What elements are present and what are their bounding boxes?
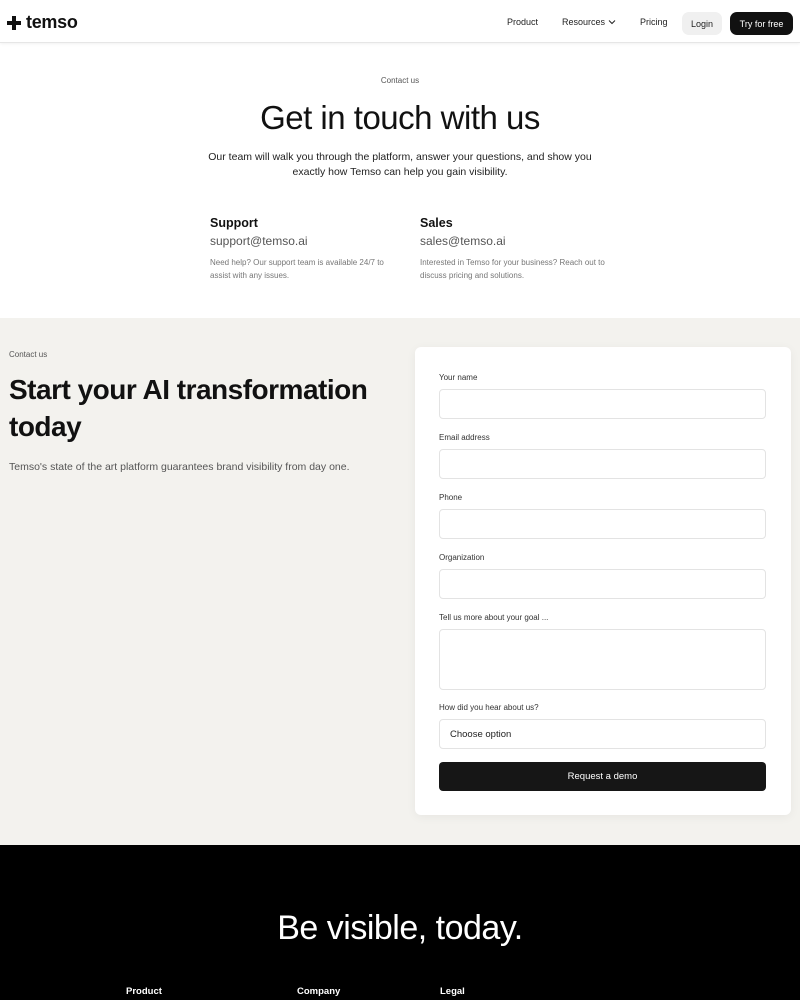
name-input[interactable] bbox=[439, 389, 766, 419]
source-select[interactable]: Choose option bbox=[439, 719, 766, 749]
goal-textarea[interactable] bbox=[439, 629, 766, 690]
email-input[interactable] bbox=[439, 449, 766, 479]
organization-label: Organization bbox=[439, 553, 485, 562]
sales-heading: Sales bbox=[420, 216, 453, 230]
form-section-subtitle: Temso's state of the art platform guaran… bbox=[9, 461, 350, 473]
phone-label: Phone bbox=[439, 493, 463, 502]
logo-mark-icon bbox=[7, 15, 21, 30]
support-email-link[interactable]: support@temso.ai bbox=[210, 234, 400, 248]
sales-contact: Sales sales@temso.ai Interested in Temso… bbox=[420, 216, 610, 282]
support-heading: Support bbox=[210, 216, 258, 230]
source-label: How did you hear about us? bbox=[439, 703, 539, 712]
footer-col-legal: Legal bbox=[440, 986, 465, 997]
source-select-value: Choose option bbox=[450, 728, 512, 740]
organization-input[interactable] bbox=[439, 569, 766, 599]
logo-text: temso bbox=[26, 12, 78, 32]
site-footer: Be visible, today. Product Company Legal bbox=[0, 845, 800, 1000]
form-section-eyebrow: Contact us bbox=[9, 350, 48, 359]
site-header: temso Product Resources Pricing Login Tr… bbox=[0, 0, 800, 43]
footer-col-company: Company bbox=[297, 986, 341, 997]
logo[interactable]: temso bbox=[7, 12, 78, 33]
nav-resources-label: Resources bbox=[562, 17, 606, 27]
contact-form-section: Contact us Start your AI transformation … bbox=[0, 318, 800, 845]
name-label: Your name bbox=[439, 373, 478, 382]
hero-subtitle: Our team will walk you through the platf… bbox=[208, 151, 592, 178]
page-title: Get in touch with us bbox=[260, 99, 540, 136]
nav-pricing[interactable]: Pricing bbox=[640, 17, 668, 27]
sales-description: Interested in Temso for your business? R… bbox=[420, 258, 605, 280]
sales-email-link[interactable]: sales@temso.ai bbox=[420, 234, 610, 248]
nav-product[interactable]: Product bbox=[507, 17, 538, 27]
contact-form: Your name Email address Phone Organizati… bbox=[415, 347, 791, 815]
nav-resources[interactable]: Resources bbox=[562, 17, 616, 27]
phone-input[interactable] bbox=[439, 509, 766, 539]
support-description: Need help? Our support team is available… bbox=[210, 258, 384, 280]
login-button[interactable]: Login bbox=[682, 12, 722, 35]
form-section-title: Start your AI transformation today bbox=[9, 374, 368, 442]
footer-col-product: Product bbox=[126, 986, 162, 997]
hero-eyebrow: Contact us bbox=[380, 76, 420, 85]
footer-title: Be visible, today. bbox=[277, 909, 523, 947]
support-contact: Support support@temso.ai Need help? Our … bbox=[210, 216, 400, 282]
chevron-down-icon bbox=[608, 20, 616, 25]
request-demo-button[interactable]: Request a demo bbox=[439, 762, 766, 791]
goal-label: Tell us more about your goal ... bbox=[439, 613, 549, 622]
try-for-free-button[interactable]: Try for free bbox=[730, 12, 793, 35]
email-label: Email address bbox=[439, 433, 490, 442]
